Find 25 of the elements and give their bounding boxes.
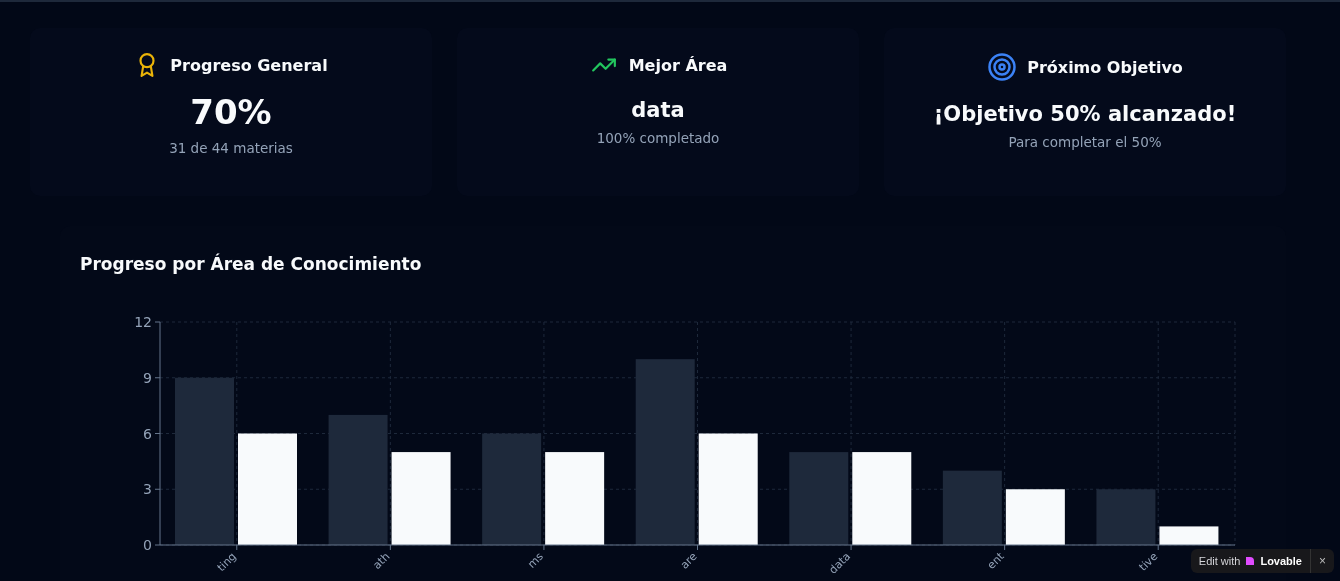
axis-category-label: ting	[214, 549, 239, 575]
stat-value: ¡Objetivo 50% alcanzado!	[933, 102, 1237, 126]
stat-value: data	[631, 98, 685, 122]
axis-tick-label: 12	[134, 314, 152, 330]
axis-category-label: ent	[984, 549, 1007, 572]
axis-tick-label: 9	[143, 369, 152, 386]
target-icon	[987, 52, 1018, 82]
bar	[1005, 489, 1065, 545]
stat-title: Mejor Área	[628, 55, 728, 75]
close-button[interactable]: ×	[1310, 549, 1334, 573]
stat-value: 70%	[190, 92, 272, 132]
stat-title: Próximo Objetivo	[1027, 57, 1183, 77]
axis-tick-label: 6	[143, 425, 152, 442]
chart-title: Progreso por Área de Conocimiento	[80, 254, 423, 274]
stat-caption: 100% completado	[596, 130, 720, 146]
axis-category-label: tive	[1136, 549, 1161, 574]
stat-caption: Para completar el 50%	[1008, 134, 1162, 150]
axis-category-label: ms	[525, 549, 547, 571]
stat-title: Progreso General	[170, 55, 328, 75]
axis-tick-label: 3	[143, 481, 152, 498]
axis-tick-label: 0	[143, 537, 152, 553]
edit-with-link[interactable]: Edit with Lovable	[1190, 555, 1310, 567]
axis-category-label: are	[677, 549, 700, 572]
axis-category-label: ath	[370, 549, 393, 572]
stat-caption: 31 de 44 materias	[169, 140, 293, 156]
